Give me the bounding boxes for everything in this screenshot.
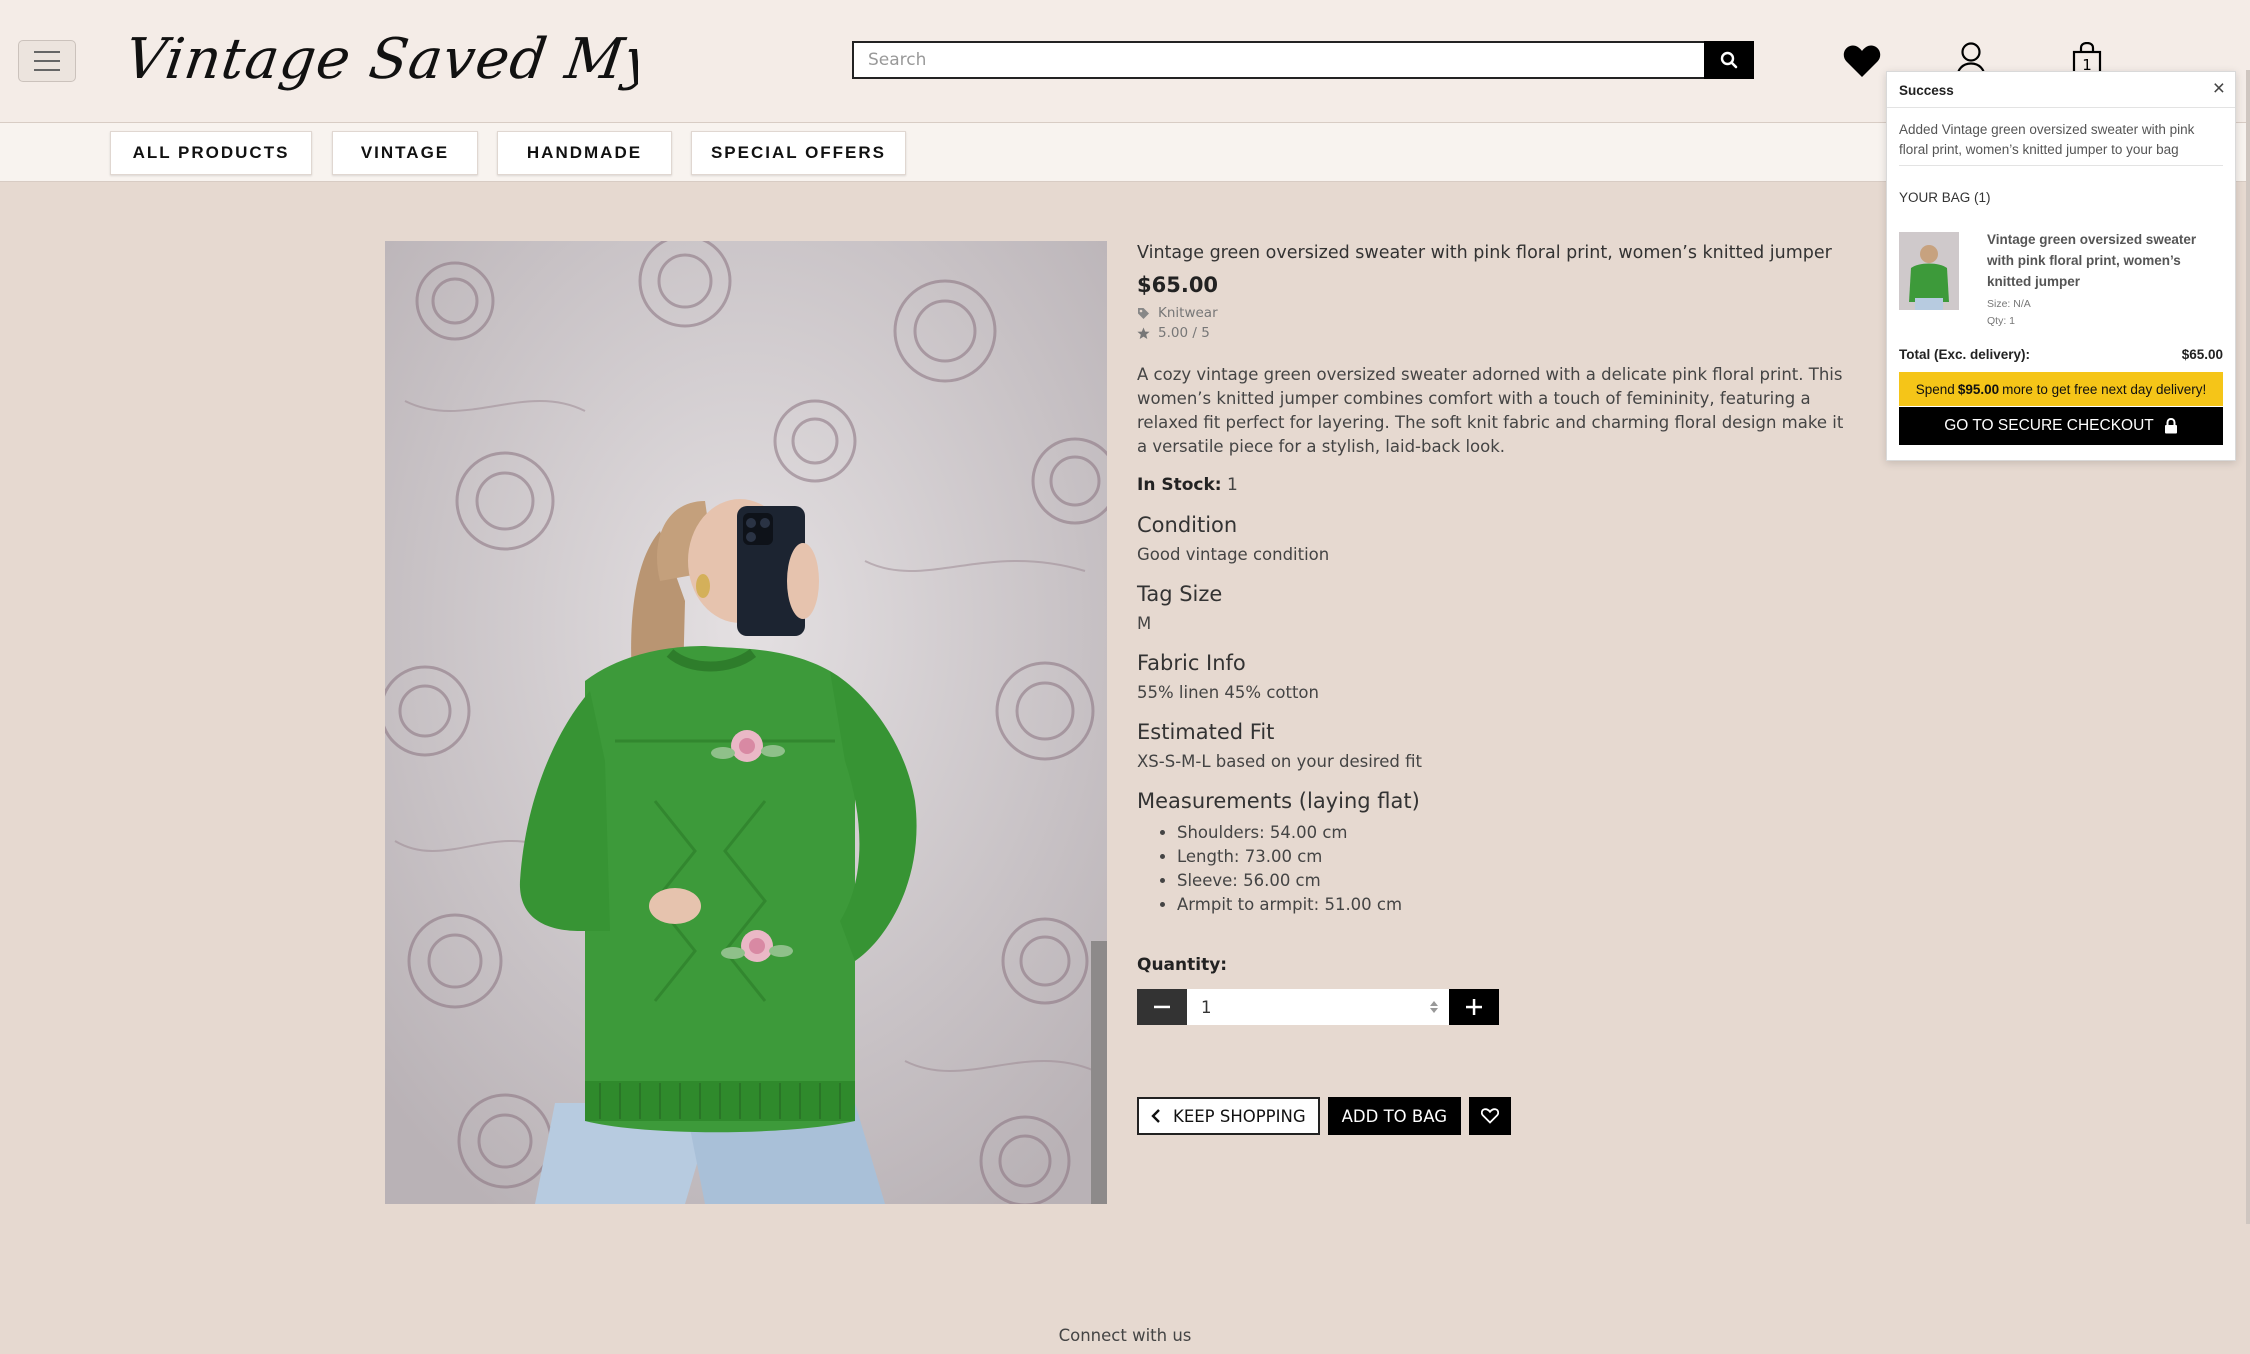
divider (1899, 165, 2223, 166)
bag-item-size: Size: N/A (1987, 298, 2031, 310)
nav-handmade[interactable]: HANDMADE (497, 131, 672, 175)
condition-heading: Condition (1137, 513, 1238, 537)
search-icon (1720, 51, 1738, 69)
keep-shopping-button[interactable]: KEEP SHOPPING (1137, 1097, 1320, 1135)
measurement-item: Length: 73.00 cm (1177, 845, 1847, 869)
product-rating: 5.00 / 5 (1137, 325, 1847, 341)
quantity-stepper: 1 (1137, 989, 1847, 1025)
page-scrollbar[interactable] (2246, 70, 2250, 1224)
increase-quantity-button[interactable] (1449, 989, 1499, 1025)
bag-heading: YOUR BAG (1) (1899, 190, 1991, 205)
nav-all-products[interactable]: ALL PRODUCTS (110, 131, 312, 175)
close-icon: × (2212, 77, 2225, 100)
product-actions: KEEP SHOPPING ADD TO BAG (1137, 1097, 1847, 1135)
site-logo[interactable]: Vintage Saved My Soul (118, 14, 810, 110)
decrease-quantity-button[interactable] (1137, 989, 1187, 1025)
fabric-heading: Fabric Info (1137, 651, 1246, 675)
tag-size-value: M (1137, 614, 1152, 633)
bag-item-title[interactable]: Vintage green oversized sweater with pin… (1987, 229, 2223, 292)
product-photo (385, 241, 1107, 1204)
menu-icon-bar (34, 69, 60, 71)
quantity-label: Quantity: (1137, 955, 1228, 975)
minus-icon (1154, 1005, 1170, 1009)
rating-value: 5.00 / 5 (1158, 325, 1210, 341)
quantity-input[interactable]: 1 (1187, 989, 1449, 1025)
quantity-value: 1 (1201, 997, 1212, 1017)
bag-popup: Success × Added Vintage green oversized … (1886, 71, 2236, 461)
condition-value: Good vintage condition (1137, 545, 1330, 564)
menu-button[interactable] (18, 40, 76, 82)
product-category-link[interactable]: Knitwear (1158, 305, 1218, 321)
measurement-item: Armpit to armpit: 51.00 cm (1177, 893, 1847, 917)
fabric-value: 55% linen 45% cotton (1137, 683, 1319, 702)
promo-amount: $95.00 (1957, 381, 2000, 397)
plus-icon (1466, 999, 1482, 1015)
tag-size-heading: Tag Size (1137, 582, 1223, 606)
logo-text: Vintage Saved My Soul (121, 27, 638, 92)
measurements-list: Shoulders: 54.00 cm Length: 73.00 cm Sle… (1137, 821, 1847, 917)
promo-suffix: more to get free next day delivery! (2002, 381, 2207, 397)
bag-item-thumbnail[interactable] (1899, 232, 1959, 310)
stock-label: In Stock: (1137, 475, 1222, 495)
chevron-left-icon (1151, 1109, 1160, 1123)
bag-total-value: $65.00 (2181, 347, 2223, 362)
wishlist-button[interactable] (1840, 38, 1884, 84)
search-input[interactable] (852, 41, 1704, 79)
search-bar (852, 41, 1754, 79)
product-image[interactable] (385, 241, 1107, 1204)
add-to-bag-button[interactable]: ADD TO BAG (1327, 1097, 1461, 1135)
measurement-item: Sleeve: 56.00 cm (1177, 869, 1847, 893)
popup-message: Added Vintage green oversized sweater wi… (1899, 122, 2195, 157)
search-button[interactable] (1704, 41, 1754, 79)
secure-checkout-button[interactable]: GO TO SECURE CHECKOUT (1899, 407, 2223, 445)
connect-with-us: Connect with us (1058, 1326, 1192, 1345)
nav-special-offers[interactable]: SPECIAL OFFERS (691, 131, 906, 175)
popup-heading: Success (1899, 83, 1954, 98)
bag-item-image (1899, 232, 1959, 310)
heart-icon (1843, 45, 1881, 77)
fit-value: XS-S-M-L based on your desired fit (1137, 752, 1422, 771)
bag-total-label: Total (Exc. delivery): (1899, 347, 2031, 362)
promo-prefix: Spend (1915, 381, 1955, 397)
keep-shopping-label: KEEP SHOPPING (1173, 1106, 1306, 1126)
menu-icon-bar (34, 51, 60, 53)
stock-info: In Stock: 1 (1137, 475, 1847, 495)
divider (1887, 107, 2235, 108)
fit-heading: Estimated Fit (1137, 720, 1275, 744)
close-popup-button[interactable]: × (2213, 77, 2225, 101)
measurement-item: Shoulders: 54.00 cm (1177, 821, 1847, 845)
menu-icon-bar (34, 60, 60, 62)
logo-icon: Vintage Saved My Soul (121, 27, 810, 92)
bag-item-qty: Qty: 1 (1987, 315, 2016, 327)
heart-outline-icon (1481, 1108, 1499, 1124)
nav-vintage[interactable]: VINTAGE (332, 131, 478, 175)
tag-icon (1138, 307, 1149, 319)
product-category: Knitwear (1137, 305, 1847, 321)
lock-icon (2164, 418, 2177, 434)
product-description: A cozy vintage green oversized sweater a… (1137, 365, 1844, 456)
spinner-arrows-icon[interactable] (1429, 999, 1439, 1015)
product-details: Vintage green oversized sweater with pin… (1137, 241, 1847, 1135)
star-icon (1137, 327, 1150, 339)
checkout-label: GO TO SECURE CHECKOUT (1944, 417, 2154, 434)
free-delivery-banner: Spend $95.00 more to get free next day d… (1899, 372, 2223, 406)
stock-value: 1 (1226, 475, 1238, 495)
add-to-wishlist-button[interactable] (1469, 1097, 1511, 1135)
product-price: $65.00 (1137, 273, 1219, 297)
measurements-heading: Measurements (laying flat) (1137, 789, 1420, 813)
product-title: Vintage green oversized sweater with pin… (1137, 243, 1832, 263)
